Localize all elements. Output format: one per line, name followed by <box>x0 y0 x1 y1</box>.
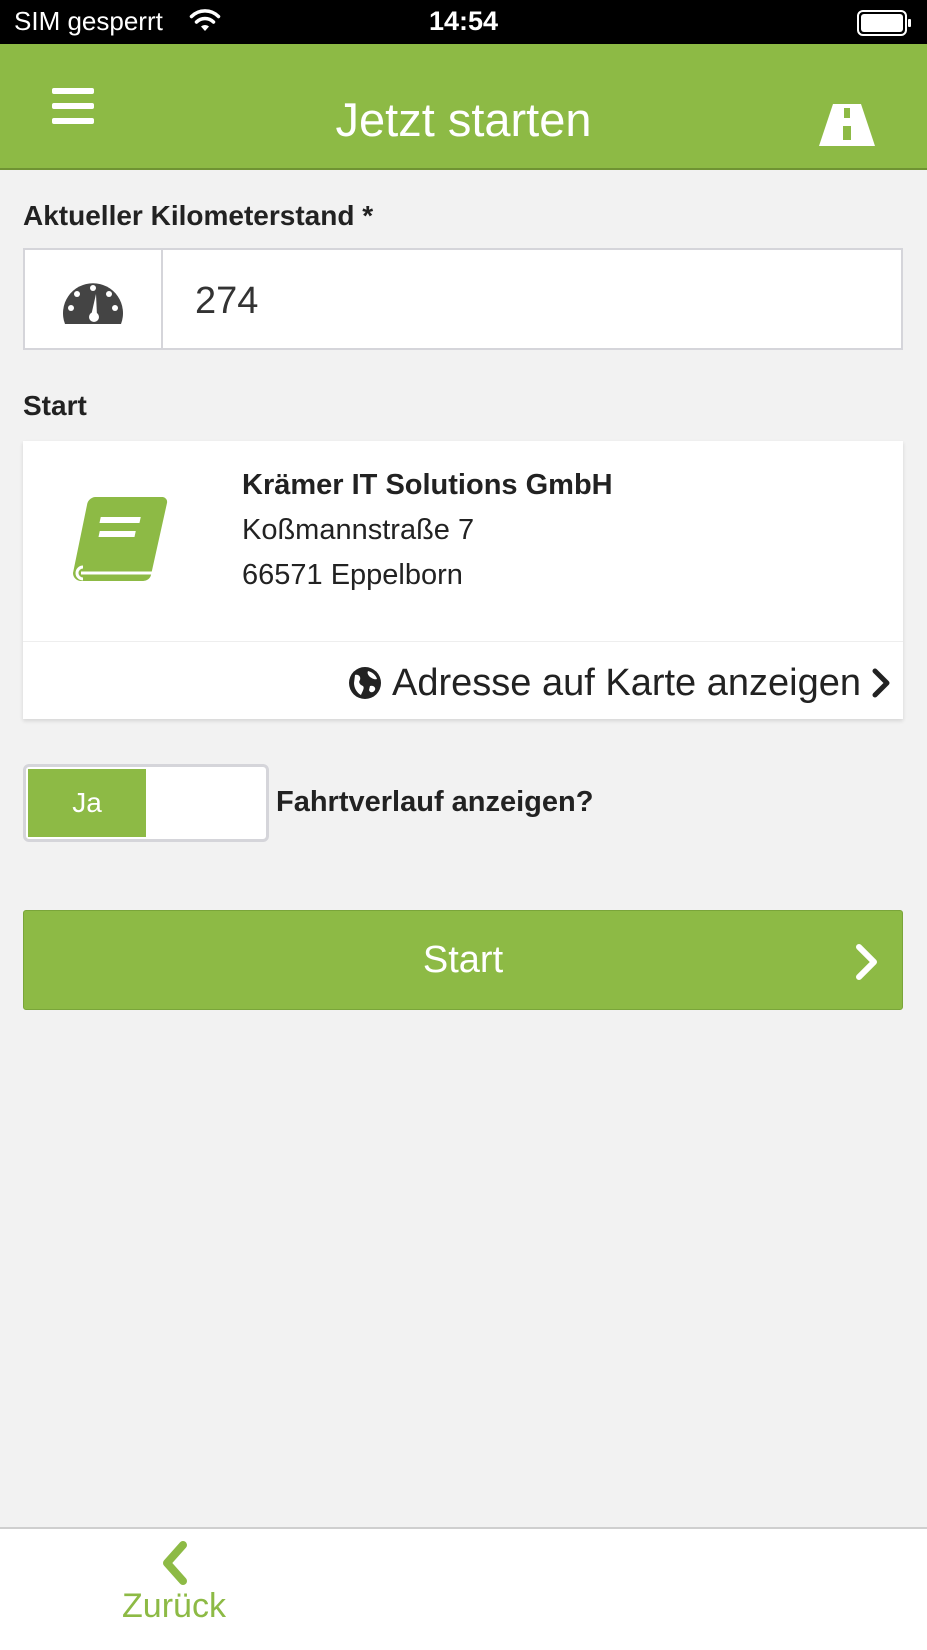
odometer-label: Aktueller Kilometerstand * <box>23 200 374 231</box>
back-label: Zurück <box>122 1587 226 1625</box>
odometer-field <box>23 248 903 350</box>
bottom-bar: Zurück <box>0 1527 927 1650</box>
start-address-card[interactable]: Krämer IT Solutions GmbH Koßmannstraße 7… <box>23 441 903 719</box>
clock: 14:54 <box>428 6 499 36</box>
odometer-input[interactable] <box>193 272 877 330</box>
speedometer-icon-box <box>25 250 163 348</box>
show-on-map-label: Adresse auf Karte anzeigen <box>392 661 861 704</box>
route-history-question: Fahrtverlauf anzeigen? <box>276 786 594 818</box>
globe-icon <box>349 667 382 699</box>
company-name: Krämer IT Solutions GmbH <box>242 469 613 501</box>
address-book-icon <box>73 497 169 590</box>
toggle-on-label: Ja <box>28 769 146 837</box>
start-button-label: Start <box>422 939 504 981</box>
status-bar: SIM gesperrt 14:54 <box>0 0 927 44</box>
city-line: 66571 Eppelborn <box>242 559 463 591</box>
card-divider <box>23 641 903 642</box>
start-button[interactable]: Start <box>23 910 903 1010</box>
route-history-toggle[interactable]: Ja <box>23 764 269 842</box>
battery-icon <box>857 10 913 41</box>
chevron-right-icon <box>872 668 890 698</box>
speedometer-icon <box>63 283 123 324</box>
street-line: Koßmannstraße 7 <box>242 514 475 546</box>
chevron-left-icon <box>163 1541 187 1585</box>
start-section-label: Start <box>23 390 87 421</box>
start-address: Krämer IT Solutions GmbH Koßmannstraße 7… <box>242 463 613 598</box>
chevron-right-icon <box>856 944 877 980</box>
app-header: Jetzt starten <box>0 44 927 170</box>
road-icon[interactable] <box>819 104 875 151</box>
page-title: Jetzt starten <box>335 93 592 146</box>
show-on-map-link[interactable]: Adresse auf Karte anzeigen <box>348 659 891 707</box>
back-button[interactable]: Zurück <box>112 1541 236 1626</box>
